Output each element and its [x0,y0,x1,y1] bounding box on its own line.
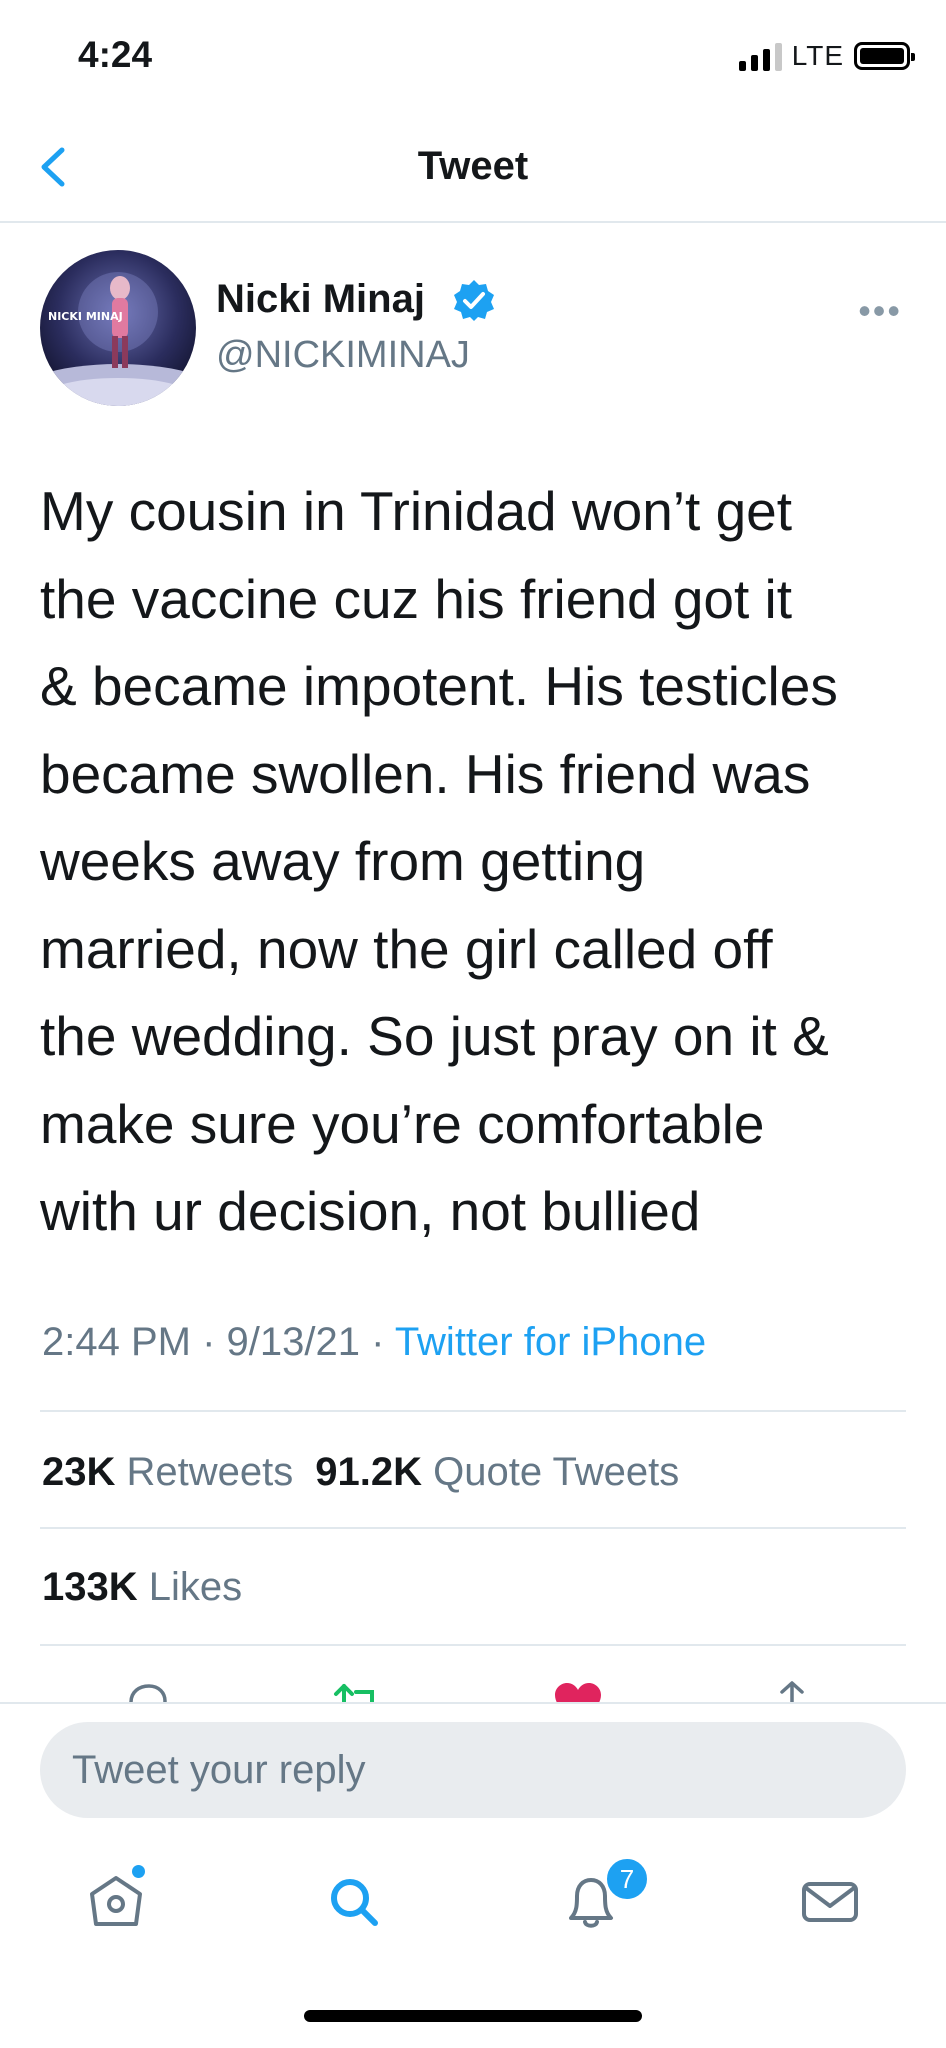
likes-count: 133K [42,1565,138,1609]
tweet-time: 2:44 PM [42,1320,191,1364]
tweet-line: weeks away from getting [40,830,646,892]
signal-icon [738,41,782,71]
likes-stat[interactable]: 133K Likes [42,1565,242,1610]
tweet-line: married, now the girl called off [40,917,773,980]
notifications-badge: 7 [604,1856,650,1902]
tweet-line: the vaccine cuz his friend got it [40,567,793,630]
meta-separator: · [190,1320,227,1364]
tweet-header: NICKI MINAJ Nicki Minaj @NICKIMINAJ ••• [0,250,946,420]
avatar-lettering: NICKI MINAJ [48,310,123,323]
retweets-count: 23K [42,1450,116,1494]
retweets-stat[interactable]: 23K Retweets [42,1450,293,1494]
author-name[interactable]: Nicki Minaj [216,277,425,322]
quotes-label: Quote Tweets [433,1450,680,1494]
tweet-text: My cousin in Trinidad won’t get the vacc… [40,468,920,1256]
page-title: Tweet [417,144,529,188]
tweet-meta: 2:44 PM · 9/13/21 · Twitter for iPhone [42,1320,706,1365]
home-indicator[interactable] [304,2010,642,2022]
status-indicators: LTE [738,40,915,72]
divider [40,1527,906,1529]
quote-tweets-stat[interactable]: 91.2K Quote Tweets [315,1450,679,1494]
new-content-indicator [132,1865,145,1878]
divider [0,1702,946,1704]
action-bar [0,1680,946,1704]
tweet-source-link[interactable]: Twitter for iPhone [395,1320,706,1364]
reply-placeholder: Tweet your reply [72,1748,366,1792]
like-icon[interactable] [553,1680,603,1704]
meta-separator: · [359,1320,395,1364]
more-icon[interactable]: ••• [858,290,902,332]
author-handle[interactable]: @NICKIMINAJ [216,334,470,377]
tweet-line: the wedding. So just pray on it & [40,1005,829,1067]
retweet-stats: 23K Retweets 91.2K Quote Tweets [42,1450,679,1495]
messages-icon[interactable] [790,1860,870,1940]
tweet-line: became swollen. His friend was [40,742,811,805]
battery-icon [854,42,915,70]
tweet-line: & became impotent. His testicles [40,655,838,717]
divider [40,1410,906,1412]
tweet-line: make sure you’re comfortable [40,1092,765,1155]
navigation-bar: Tweet [0,120,946,223]
search-icon[interactable] [315,1860,395,1940]
likes-label: Likes [148,1565,243,1609]
quotes-count: 91.2K [315,1450,423,1494]
avatar[interactable]: NICKI MINAJ [40,250,196,406]
retweet-icon[interactable] [332,1680,384,1704]
tweet-line: My cousin in Trinidad won’t get [40,480,793,542]
avatar-image: NICKI MINAJ [40,250,196,406]
reply-icon[interactable] [123,1680,171,1704]
verified-icon [454,280,494,321]
network-label: LTE [791,40,844,71]
share-icon[interactable] [770,1680,814,1704]
status-time: 4:24 [78,34,153,75]
tweet-date: 9/13/21 [226,1320,360,1364]
retweets-label: Retweets [126,1450,294,1494]
divider [40,1644,906,1646]
tweet-line: with ur decision, not bullied [40,1180,701,1242]
status-bar: 4:24 LTE [0,0,946,120]
home-icon[interactable] [78,1860,158,1940]
reply-input[interactable]: Tweet your reply [40,1722,906,1818]
